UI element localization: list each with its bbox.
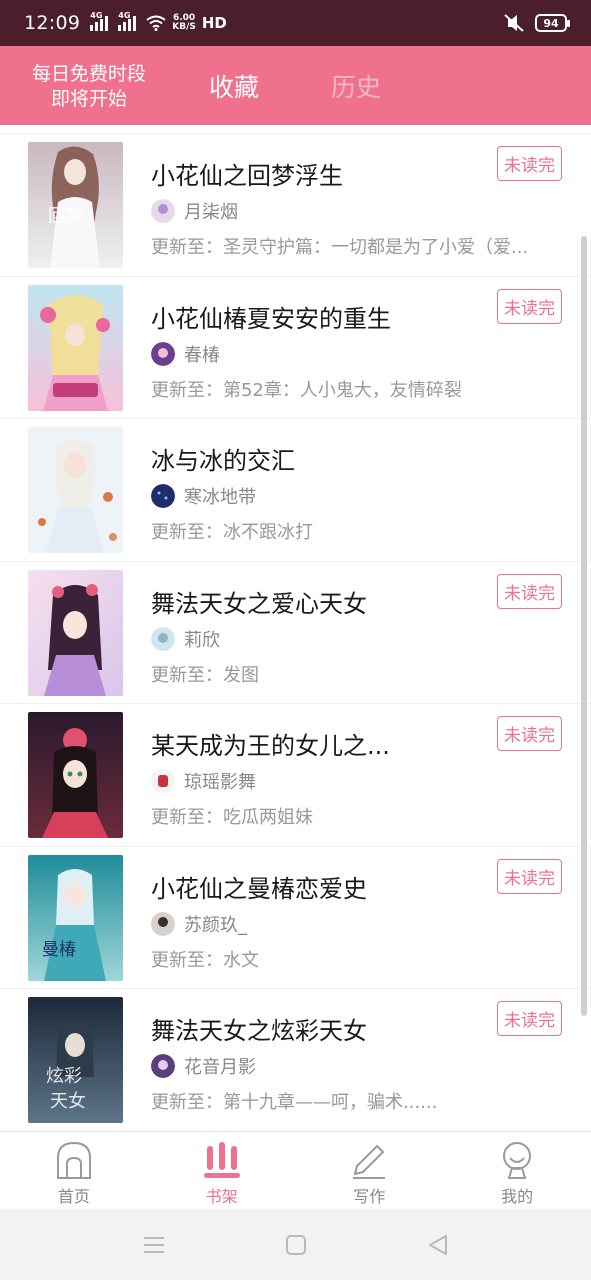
book-author: 苏颜玖_ bbox=[184, 914, 247, 936]
book-update: 更新至：吃瓜两姐妹 bbox=[151, 807, 313, 828]
pen-icon bbox=[353, 1144, 386, 1179]
svg-text:回梦: 回梦 bbox=[48, 206, 84, 227]
book-update: 更新至：水文 bbox=[151, 949, 259, 971]
avatar bbox=[151, 199, 175, 223]
tab-favorites[interactable]: 收藏 bbox=[209, 68, 259, 104]
svg-text:天女: 天女 bbox=[50, 1091, 86, 1112]
unread-badge: 未读完 bbox=[497, 858, 562, 894]
unread-badge: 未读完 bbox=[497, 288, 562, 324]
menu-icon[interactable] bbox=[143, 1235, 165, 1255]
nav-write[interactable]: 写作 bbox=[296, 1132, 444, 1209]
list-item[interactable]: 小花仙椿夏安安的重生 春椿 更新至：第52章：人小鬼大，友情碎裂 未读完 bbox=[0, 277, 591, 419]
profile-icon bbox=[503, 1142, 532, 1179]
book-title: 冰与冰的交汇 bbox=[151, 447, 295, 475]
nav-home[interactable]: 首页 bbox=[0, 1132, 148, 1209]
svg-text:曼椿: 曼椿 bbox=[42, 940, 76, 960]
back-icon[interactable] bbox=[427, 1234, 449, 1256]
list-item[interactable]: 冰与冰的交汇 寒冰地带 更新至：冰不跟冰打 bbox=[0, 419, 591, 562]
unread-badge: 未读完 bbox=[497, 573, 562, 609]
book-cover bbox=[28, 569, 123, 696]
unread-badge: 未读完 bbox=[497, 146, 562, 181]
top-header: 每日免费时段 即将开始 收藏 历史 bbox=[0, 46, 591, 125]
book-cover: 炫彩 天女 bbox=[28, 997, 123, 1123]
home-icon bbox=[56, 1141, 91, 1179]
list-item[interactable]: 某天成为王的女儿之... 琼瑶影舞 更新至：吃瓜两姐妹 未读完 bbox=[0, 704, 591, 847]
book-author: 月柒烟 bbox=[184, 202, 238, 223]
scrollbar[interactable] bbox=[581, 236, 587, 1016]
book-author: 莉欣 bbox=[184, 629, 220, 651]
avatar bbox=[151, 626, 175, 651]
bookshelf-list: 回梦 小花仙之回梦浮生 月柒烟 更新至：圣灵守护篇：一切都是为了小爱（爱... … bbox=[0, 133, 591, 1132]
book-cover bbox=[28, 284, 123, 411]
book-update: 更新至：发图 bbox=[151, 664, 259, 686]
hd-indicator: HD bbox=[201, 14, 227, 32]
list-item[interactable]: 炫彩 天女 舞法天女之炫彩天女 花音月影 更新至：第十九章——呵，骗术.....… bbox=[0, 989, 591, 1132]
avatar bbox=[151, 1054, 175, 1078]
book-update: 更新至：第十九章——呵，骗术...... bbox=[151, 1092, 438, 1113]
list-item[interactable]: 回梦 小花仙之回梦浮生 月柒烟 更新至：圣灵守护篇：一切都是为了小爱（爱... … bbox=[0, 134, 591, 277]
book-title: 某天成为王的女儿之... bbox=[151, 732, 390, 760]
book-cover: 回梦 bbox=[28, 142, 123, 268]
list-item[interactable]: 舞法天女之爱心天女 莉欣 更新至：发图 未读完 bbox=[0, 562, 591, 704]
book-title: 小花仙椿夏安安的重生 bbox=[151, 304, 391, 333]
network-speed: 6.00 KB/S bbox=[172, 13, 196, 32]
status-icons: 4G 4G 6.00 KB/S HD bbox=[90, 11, 227, 32]
battery-icon: 94 bbox=[535, 14, 570, 32]
avatar bbox=[151, 484, 175, 508]
bottom-nav: 首页 书架 写作 我的 bbox=[0, 1131, 591, 1209]
book-update: 更新至：冰不跟冰打 bbox=[151, 522, 313, 543]
unread-badge: 未读完 bbox=[497, 716, 562, 751]
book-cover bbox=[28, 712, 123, 838]
book-title: 小花仙之曼椿恋爱史 bbox=[151, 874, 367, 903]
avatar bbox=[151, 911, 175, 936]
signal-icon: 4G bbox=[90, 11, 112, 31]
avatar bbox=[151, 341, 175, 366]
svg-text:炫彩: 炫彩 bbox=[46, 1066, 82, 1087]
book-title: 小花仙之回梦浮生 bbox=[151, 162, 343, 190]
book-author: 寒冰地带 bbox=[184, 487, 256, 508]
bookshelf-icon bbox=[203, 1142, 240, 1178]
book-cover: 曼椿 bbox=[28, 854, 123, 981]
status-time: 12:09 bbox=[24, 12, 81, 34]
free-period-banner[interactable]: 每日免费时段 即将开始 bbox=[24, 62, 154, 112]
book-title: 舞法天女之炫彩天女 bbox=[151, 1017, 367, 1045]
book-update: 更新至：第52章：人小鬼大，友情碎裂 bbox=[151, 379, 462, 401]
wifi-icon bbox=[146, 15, 166, 31]
mute-icon bbox=[504, 14, 524, 32]
system-nav-bar bbox=[0, 1209, 591, 1280]
tab-history[interactable]: 历史 bbox=[331, 68, 381, 104]
book-title: 舞法天女之爱心天女 bbox=[151, 589, 367, 618]
home-button-icon[interactable] bbox=[285, 1234, 307, 1256]
signal-icon: 4G bbox=[118, 11, 140, 31]
book-update: 更新至：圣灵守护篇：一切都是为了小爱（爱... bbox=[151, 237, 529, 258]
book-author: 花音月影 bbox=[184, 1057, 256, 1078]
nav-bookshelf[interactable]: 书架 bbox=[148, 1132, 296, 1209]
book-cover bbox=[28, 427, 123, 553]
avatar bbox=[151, 769, 175, 793]
unread-badge: 未读完 bbox=[497, 1001, 562, 1036]
nav-profile[interactable]: 我的 bbox=[443, 1132, 591, 1209]
list-item[interactable]: 曼椿 小花仙之曼椿恋爱史 苏颜玖_ 更新至：水文 未读完 bbox=[0, 847, 591, 989]
status-bar: 12:09 4G 4G 6.00 KB/S HD 94 bbox=[0, 0, 591, 46]
book-author: 春椿 bbox=[184, 344, 220, 366]
book-author: 琼瑶影舞 bbox=[184, 772, 256, 793]
